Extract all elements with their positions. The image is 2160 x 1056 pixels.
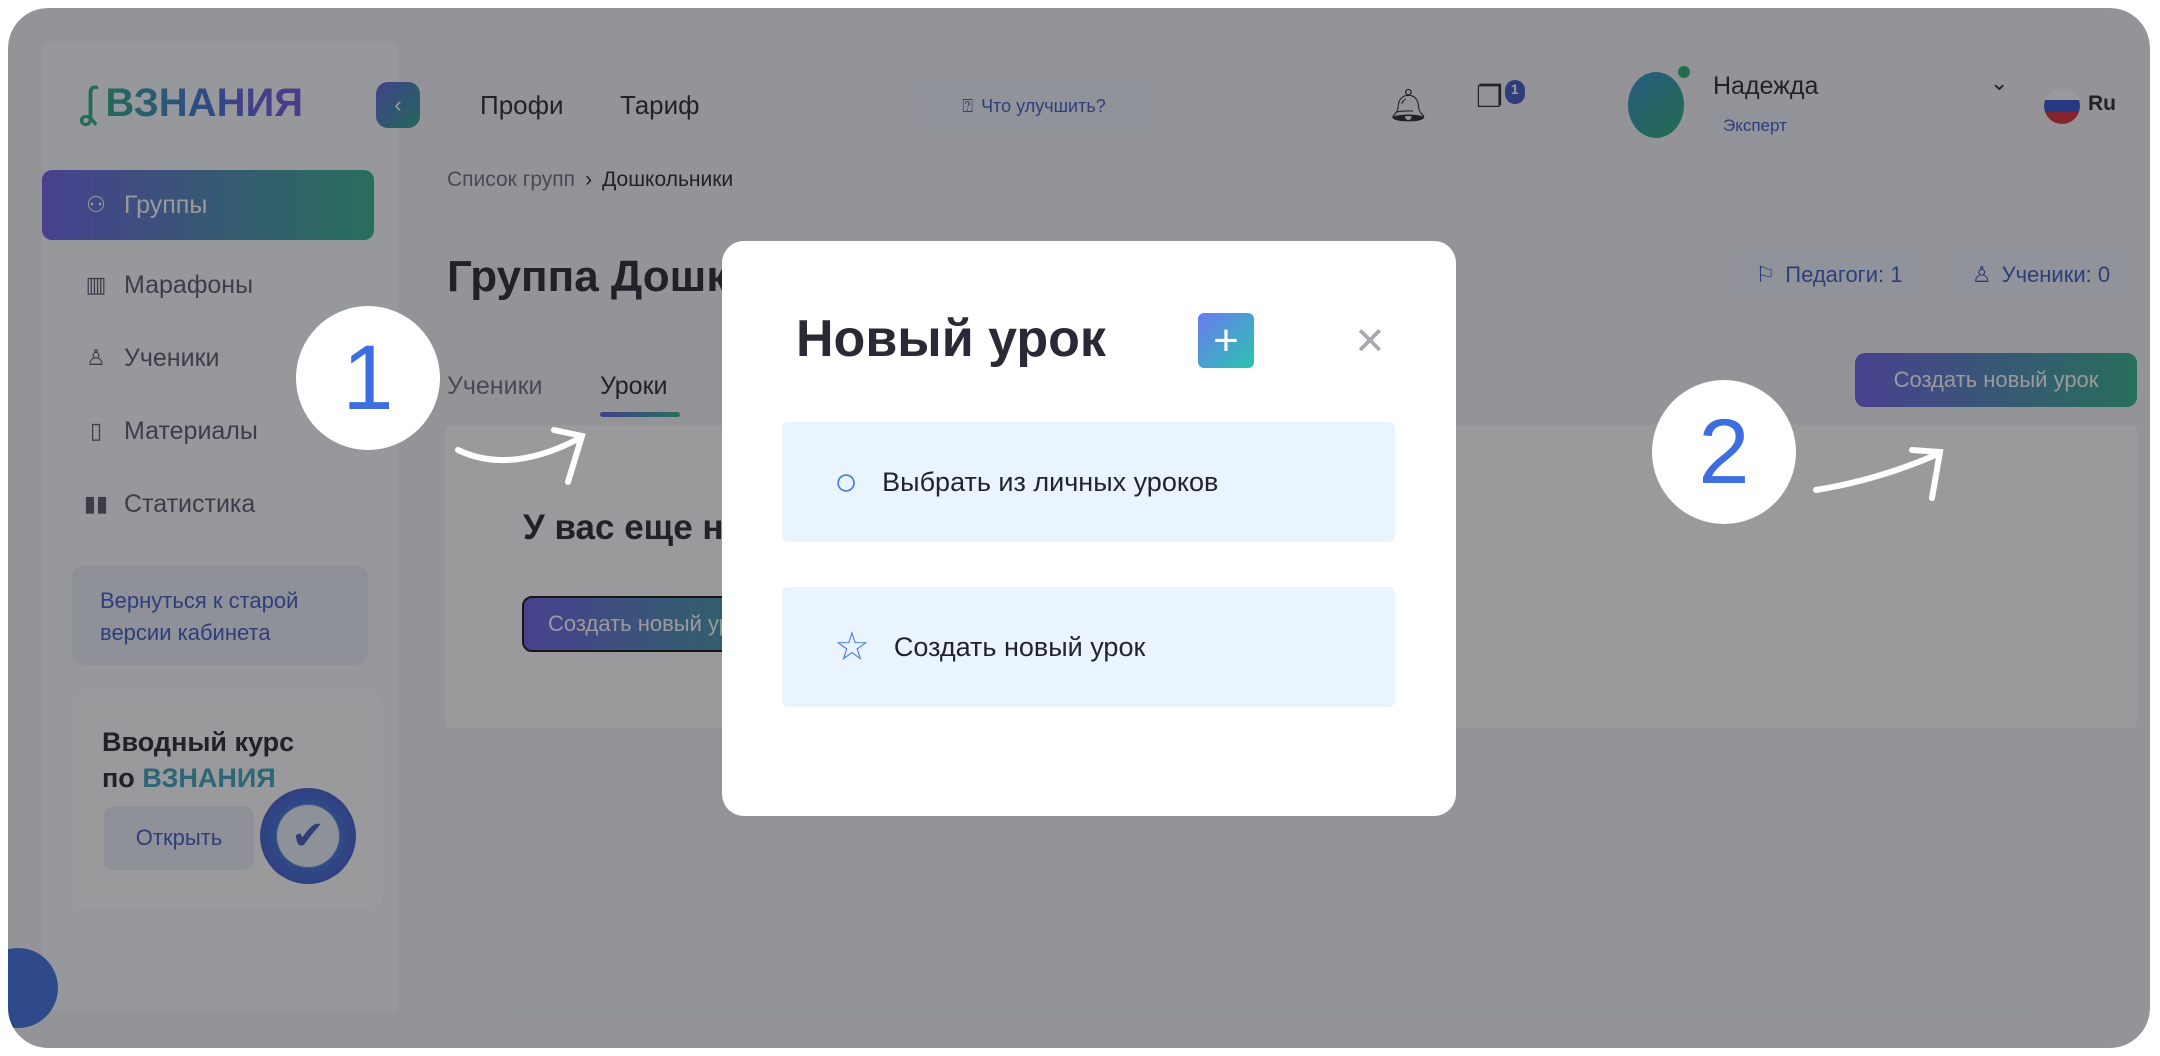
search-icon: ○ [834, 460, 858, 505]
option-label: Создать новый урок [894, 632, 1145, 663]
new-lesson-modal: Новый урок + ✕ ○ Выбрать из личных уроков… [722, 241, 1456, 816]
step-marker-1: 1 [296, 306, 440, 450]
star-icon: ☆ [834, 624, 870, 670]
plus-icon: + [1198, 313, 1254, 368]
choose-personal-lesson-option[interactable]: ○ Выбрать из личных уроков [782, 422, 1395, 542]
option-label: Выбрать из личных уроков [882, 467, 1218, 498]
modal-title: Новый урок [796, 309, 1106, 369]
create-new-lesson-option[interactable]: ☆ Создать новый урок [782, 587, 1395, 707]
arrow-icon [450, 420, 600, 490]
arrow-icon [1808, 440, 1958, 510]
step-marker-2: 2 [1652, 380, 1796, 524]
close-button[interactable]: ✕ [1354, 319, 1386, 364]
